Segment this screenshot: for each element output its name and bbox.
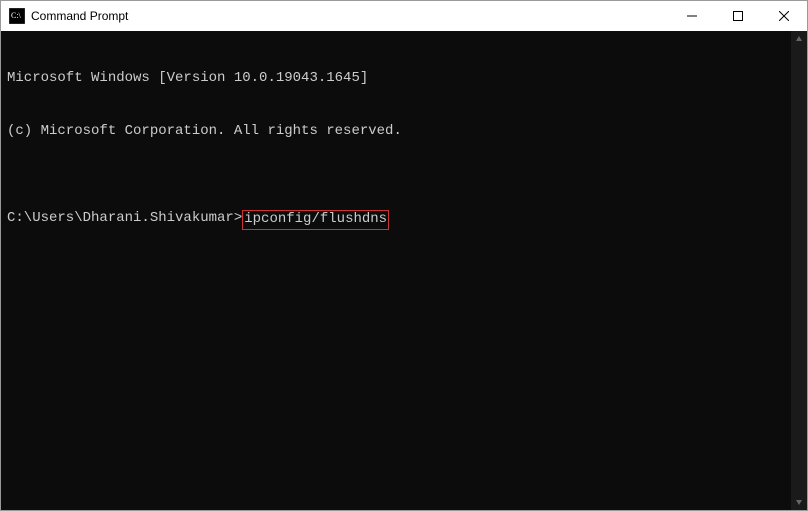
- scrollbar[interactable]: [791, 31, 807, 510]
- window-title: Command Prompt: [31, 9, 128, 23]
- command-highlight: ipconfig/flushdns: [242, 210, 389, 230]
- command-text: ipconfig/flushdns: [244, 211, 387, 227]
- terminal-line: Microsoft Windows [Version 10.0.19043.16…: [7, 70, 801, 88]
- terminal-line: (c) Microsoft Corporation. All rights re…: [7, 123, 801, 141]
- scroll-down-icon[interactable]: [791, 494, 807, 510]
- window-frame: C:\ Command Prompt Microsoft Windows [Ve…: [0, 0, 808, 511]
- cmd-icon: C:\: [9, 8, 25, 24]
- prompt-line: C:\Users\Dharani.Shivakumar>ipconfig/flu…: [7, 210, 801, 230]
- titlebar-left: C:\ Command Prompt: [9, 8, 128, 24]
- prompt-text: C:\Users\Dharani.Shivakumar>: [7, 210, 242, 228]
- close-button[interactable]: [761, 1, 807, 31]
- scroll-up-icon[interactable]: [791, 31, 807, 47]
- window-controls: [669, 1, 807, 31]
- svg-text:C:\: C:\: [11, 11, 22, 20]
- titlebar[interactable]: C:\ Command Prompt: [1, 1, 807, 31]
- terminal-area[interactable]: Microsoft Windows [Version 10.0.19043.16…: [1, 31, 807, 510]
- terminal-content: Microsoft Windows [Version 10.0.19043.16…: [1, 31, 807, 269]
- maximize-button[interactable]: [715, 1, 761, 31]
- minimize-button[interactable]: [669, 1, 715, 31]
